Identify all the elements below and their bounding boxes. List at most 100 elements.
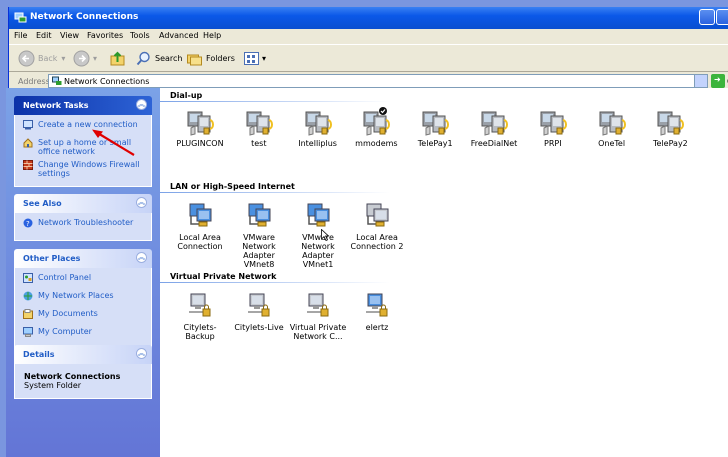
forward-dropdown-icon[interactable]: ▾ xyxy=(93,54,97,63)
connection-item[interactable]: Local Area Connection 2 xyxy=(347,200,407,251)
connection-label: Local Area Connection xyxy=(177,233,223,251)
control-panel-label: Control Panel xyxy=(38,273,92,282)
connection-label: mmodems xyxy=(355,139,398,148)
menu-bar: File Edit View Favorites Tools Advanced … xyxy=(9,29,728,43)
menu-favorites[interactable]: Favorites xyxy=(87,31,123,40)
menu-advanced[interactable]: Advanced xyxy=(159,31,199,40)
connection-item[interactable]: Citylets-Backup xyxy=(170,290,230,341)
connection-label: elertz xyxy=(365,323,389,332)
forward-button[interactable]: ▾ xyxy=(73,49,97,67)
group-title-lan: LAN or High-Speed Internet xyxy=(170,182,295,191)
views-button[interactable]: ▾ xyxy=(243,49,266,67)
address-field[interactable]: Network Connections xyxy=(48,74,708,88)
connection-item[interactable]: Virtual Private Network C... xyxy=(288,290,348,341)
dialup-icon xyxy=(582,106,642,136)
dialup-icon xyxy=(170,106,230,136)
connection-item[interactable]: TelePay2 xyxy=(640,106,700,148)
go-button[interactable]: ➜ xyxy=(711,74,725,88)
address-dropdown-icon[interactable] xyxy=(694,75,707,87)
connection-label: Citylets-Live xyxy=(234,323,284,332)
vpn-icon xyxy=(229,290,289,320)
connection-label: VMware Network Adapter VMnet8 xyxy=(242,233,276,269)
details-panel: Details ︽ Network Connections System Fol… xyxy=(14,345,152,399)
folders-button[interactable]: Folders xyxy=(186,49,235,67)
network-connections-small-icon xyxy=(52,76,62,85)
collapse-icon[interactable]: ︽ xyxy=(136,348,147,359)
menu-tools[interactable]: Tools xyxy=(130,31,150,40)
see-also-panel: See Also ︽ ? Network Troubleshooter xyxy=(14,194,152,241)
connection-label: OneTel xyxy=(598,139,626,148)
my-network-places-link[interactable]: My Network Places xyxy=(15,291,151,305)
connection-item[interactable]: elertz xyxy=(347,290,407,332)
connection-item[interactable]: FreeDialNet xyxy=(464,106,524,148)
lan-disabled-icon xyxy=(347,200,407,230)
menu-help[interactable]: Help xyxy=(203,31,221,40)
connection-label: test xyxy=(251,139,267,148)
connection-item[interactable]: OneTel xyxy=(582,106,642,148)
connection-label: Local Area Connection 2 xyxy=(350,233,404,251)
see-also-title: See Also xyxy=(23,199,62,208)
folders-label: Folders xyxy=(206,53,235,63)
connection-item[interactable]: PRPI xyxy=(523,106,583,148)
other-places-panel: Other Places ︽ Control Panel My Network … xyxy=(14,249,152,350)
connection-item[interactable]: Citylets-Live xyxy=(229,290,289,332)
search-button[interactable]: Search xyxy=(135,49,182,67)
task-pane: Network Tasks ︽ Create a new connection … xyxy=(6,88,160,457)
connection-item[interactable]: mmodems xyxy=(346,106,406,148)
annotation-arrow xyxy=(92,129,135,156)
connection-label: PRPI xyxy=(544,139,562,148)
connection-item[interactable]: Intelliplus xyxy=(288,106,348,148)
connection-item[interactable]: PLUGINCON xyxy=(170,106,230,148)
connection-item[interactable]: Local Area Connection xyxy=(170,200,230,251)
views-dropdown-icon[interactable]: ▾ xyxy=(262,54,266,63)
group-divider xyxy=(160,101,390,102)
connection-label: Citylets-Backup xyxy=(183,323,217,341)
connection-item[interactable]: VMware Network Adapter VMnet8 xyxy=(229,200,289,269)
my-computer-link[interactable]: My Computer xyxy=(15,327,151,341)
collapse-icon[interactable]: ︽ xyxy=(136,252,147,263)
menu-file[interactable]: File xyxy=(14,31,27,40)
connection-item[interactable]: VMware Network Adapter VMnet1 xyxy=(288,200,348,269)
details-header[interactable]: Details ︽ xyxy=(14,345,152,364)
other-places-header[interactable]: Other Places ︽ xyxy=(14,249,152,268)
svg-text:?: ? xyxy=(26,220,30,228)
firewall-settings-link[interactable]: Change Windows Firewall settings xyxy=(15,160,151,178)
collapse-icon[interactable]: ︽ xyxy=(136,197,147,208)
my-documents-link[interactable]: My Documents xyxy=(15,309,151,323)
back-label: Back xyxy=(38,53,58,63)
menu-view[interactable]: View xyxy=(60,31,79,40)
dialup-icon xyxy=(464,106,524,136)
control-panel-link[interactable]: Control Panel xyxy=(15,273,151,287)
back-dropdown-icon[interactable]: ▾ xyxy=(61,54,65,63)
network-tasks-header[interactable]: Network Tasks ︽ xyxy=(14,96,152,115)
other-places-body: Control Panel My Network Places My Docum… xyxy=(14,268,152,350)
dialup-icon xyxy=(288,106,348,136)
my-documents-label: My Documents xyxy=(38,309,98,318)
back-button[interactable]: Back ▾ xyxy=(18,49,65,67)
connection-item[interactable]: test xyxy=(229,106,289,148)
menu-edit[interactable]: Edit xyxy=(36,31,52,40)
details-folder-name: Network Connections xyxy=(24,372,121,381)
lan-icon xyxy=(229,200,289,230)
connections-view: Dial-up LAN or High-Speed Internet Virtu… xyxy=(160,88,728,457)
minimize-button[interactable] xyxy=(699,9,715,25)
dialup-default-icon xyxy=(346,106,406,136)
see-also-body: ? Network Troubleshooter xyxy=(14,213,152,241)
documents-icon xyxy=(23,309,33,319)
my-network-places-label: My Network Places xyxy=(38,291,114,300)
connection-label: Virtual Private Network C... xyxy=(289,323,347,341)
connection-item[interactable]: TelePay1 xyxy=(405,106,465,148)
see-also-header[interactable]: See Also ︽ xyxy=(14,194,152,213)
window-title: Network Connections xyxy=(30,12,139,22)
group-title-vpn: Virtual Private Network xyxy=(170,272,277,281)
title-bar[interactable]: Network Connections xyxy=(9,7,728,29)
collapse-icon[interactable]: ︽ xyxy=(136,99,147,110)
maximize-button[interactable] xyxy=(716,9,728,25)
group-divider xyxy=(160,192,390,193)
mouse-cursor xyxy=(321,229,329,241)
dialup-icon xyxy=(640,106,700,136)
network-troubleshooter-link[interactable]: ? Network Troubleshooter xyxy=(15,218,151,232)
network-troubleshooter-label: Network Troubleshooter xyxy=(38,218,134,227)
up-folder-button[interactable] xyxy=(109,49,126,67)
connection-label: TelePay2 xyxy=(652,139,688,148)
